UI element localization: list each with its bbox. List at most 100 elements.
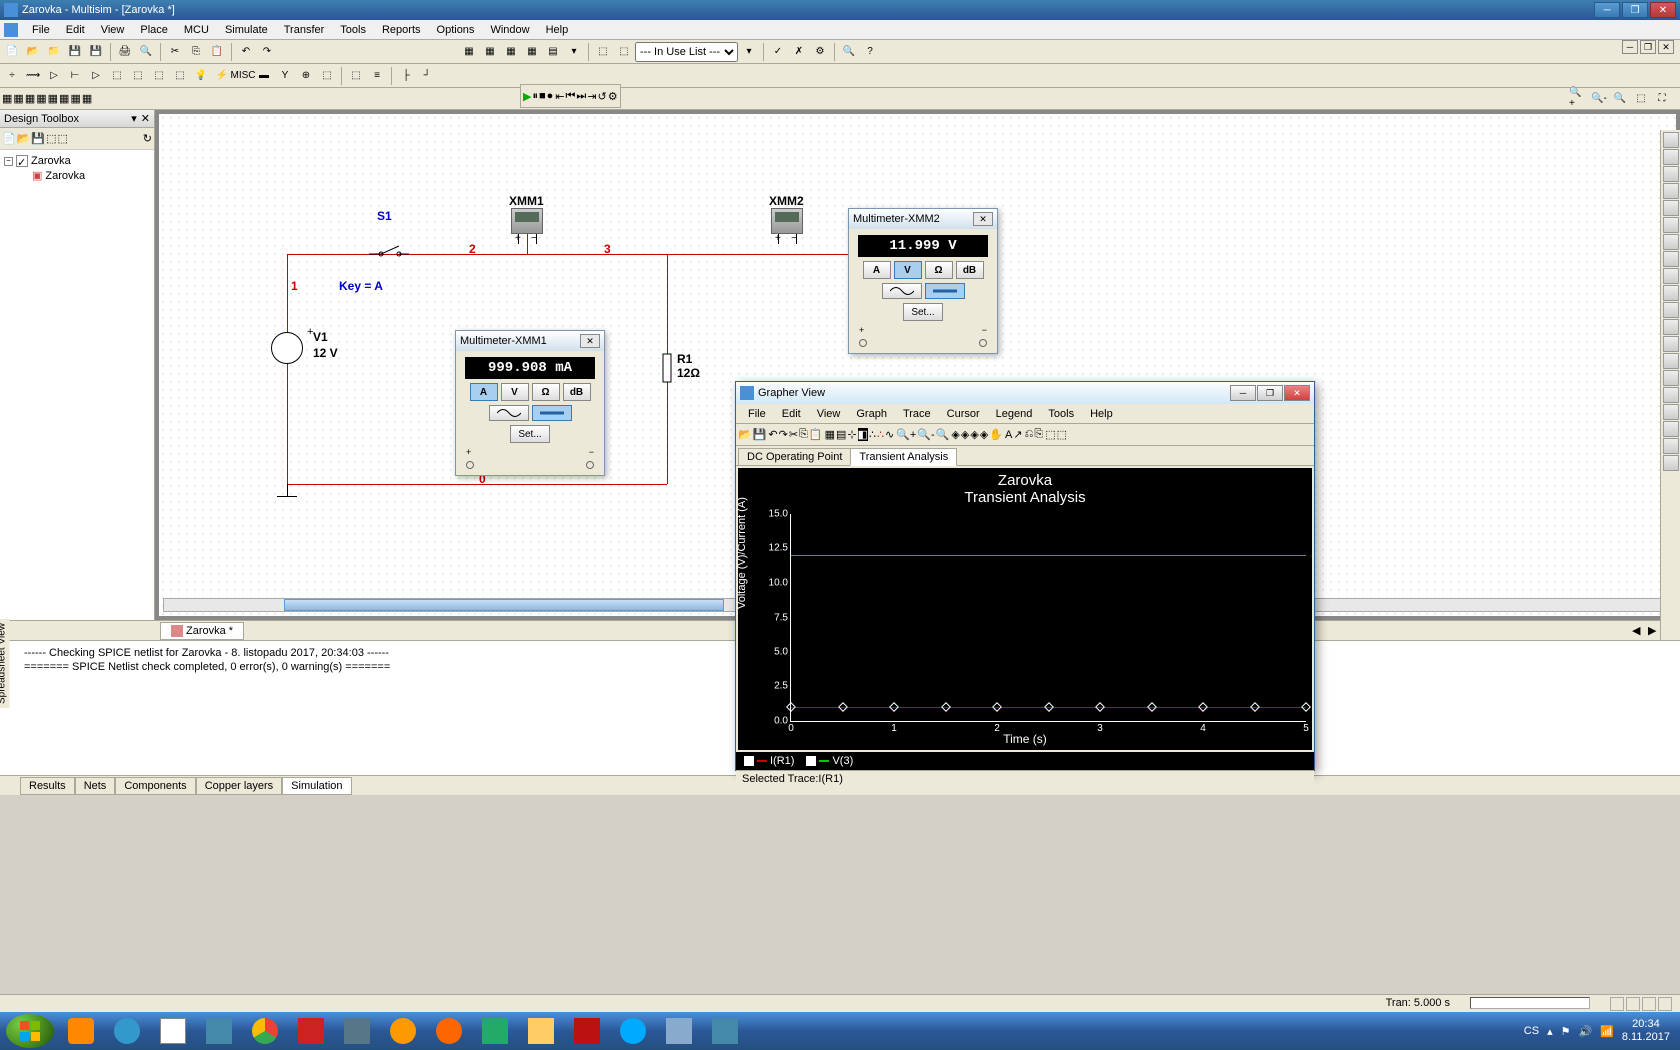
gt-e1-icon[interactable]: ⬚ (1045, 428, 1055, 441)
source-icon[interactable]: ÷ (2, 66, 22, 86)
tray-up-icon[interactable]: ▴ (1547, 1025, 1553, 1038)
mixed-icon[interactable]: ⬚ (170, 66, 190, 86)
indicator-icon[interactable]: 💡 (191, 66, 211, 86)
copy-icon[interactable]: ⎘ (186, 42, 206, 62)
record-icon[interactable]: ● (547, 90, 554, 102)
tray-sound-icon[interactable]: 🔊 (1578, 1025, 1592, 1038)
gt-m4-icon[interactable]: ◈ (980, 428, 988, 441)
instr12-icon[interactable] (1663, 319, 1679, 335)
mm2-btn-ohm[interactable]: Ω (925, 261, 953, 279)
instr2-icon[interactable] (1663, 149, 1679, 165)
analog-icon[interactable]: ▷ (86, 66, 106, 86)
mm1-btn-a[interactable]: A (470, 383, 498, 401)
instr9-icon[interactable] (1663, 268, 1679, 284)
instr20-icon[interactable] (1663, 455, 1679, 471)
find-icon[interactable]: 🔍 (839, 42, 859, 62)
tab-scroll-left[interactable]: ◀ (1632, 624, 1648, 640)
taskbar-chrome[interactable] (244, 1014, 286, 1048)
menu-reports[interactable]: Reports (374, 22, 429, 38)
grid2-icon[interactable]: ▦ (480, 42, 500, 62)
taskbar-firefox[interactable] (428, 1014, 470, 1048)
dt-new-icon[interactable]: 📄 (2, 132, 16, 145)
instr16-icon[interactable] (1663, 387, 1679, 403)
mm2-btn-v[interactable]: V (894, 261, 922, 279)
mm2-btn-db[interactable]: dB (956, 261, 984, 279)
gt-paste-icon[interactable]: 📋 (809, 428, 823, 441)
mm2-close[interactable]: ✕ (973, 212, 993, 226)
mcu-icon[interactable]: ⬚ (317, 66, 337, 86)
grid3-icon[interactable]: ▦ (501, 42, 521, 62)
rf-icon[interactable]: ▬ (254, 66, 274, 86)
dt-refresh-icon[interactable]: ↻ (143, 132, 152, 145)
v7-icon[interactable]: ▦ (70, 92, 80, 105)
taskbar-excel[interactable] (474, 1014, 516, 1048)
status-i3[interactable] (1642, 997, 1656, 1011)
v4-icon[interactable]: ▦ (36, 92, 46, 105)
taskbar-app2[interactable] (336, 1014, 378, 1048)
mm2-ac-button[interactable] (882, 283, 922, 299)
grid-icon[interactable]: ▦ (459, 42, 479, 62)
instr13-icon[interactable] (1663, 336, 1679, 352)
instr4-icon[interactable] (1663, 183, 1679, 199)
menu-tools[interactable]: Tools (332, 22, 374, 38)
diode-icon[interactable]: ▷ (44, 66, 64, 86)
instr8-icon[interactable] (1663, 251, 1679, 267)
tree-checkbox[interactable]: ✓ (16, 155, 28, 167)
gtab-transient[interactable]: Transient Analysis (850, 448, 957, 466)
gmenu-tools[interactable]: Tools (1040, 406, 1082, 422)
legend-ir1[interactable]: ✓ I(R1) (744, 755, 794, 767)
taskbar-notepad[interactable] (152, 1014, 194, 1048)
v5-icon[interactable]: ▦ (48, 92, 58, 105)
multimeter-xmm1-icon[interactable]: +− (509, 208, 545, 252)
gt-zin-icon[interactable]: 🔍+ (896, 428, 916, 441)
maximize-button[interactable]: ❐ (1622, 2, 1648, 18)
help-icon[interactable]: ? (860, 42, 880, 62)
instr1-icon[interactable] (1663, 132, 1679, 148)
menu-options[interactable]: Options (429, 22, 483, 38)
taskbar-app3[interactable] (382, 1014, 424, 1048)
stop-icon[interactable]: ■ (539, 90, 546, 102)
zoomfull-icon[interactable]: ⛶ (1652, 88, 1672, 108)
place1-icon[interactable]: ├ (396, 66, 416, 86)
undo-icon[interactable]: ↶ (236, 42, 256, 62)
taskbar-ie[interactable] (106, 1014, 148, 1048)
mm1-set-button[interactable]: Set... (510, 425, 550, 443)
zoomfit-icon[interactable]: 🔍 (1610, 88, 1630, 108)
ctab-copper[interactable]: Copper layers (196, 777, 282, 795)
preview-icon[interactable]: 🔍 (136, 42, 156, 62)
redo-icon[interactable]: ↷ (257, 42, 277, 62)
gt-zout-icon[interactable]: 🔍- (917, 428, 934, 441)
ctab-nets[interactable]: Nets (75, 777, 116, 795)
taskbar-explorer[interactable] (520, 1014, 562, 1048)
grapher-min[interactable]: ─ (1230, 385, 1256, 401)
voltage-source-v1[interactable] (271, 332, 303, 364)
v1-icon[interactable]: ▦ (2, 92, 12, 105)
comp1-icon[interactable]: ⬚ (593, 42, 613, 62)
step5-icon[interactable]: ↺ (598, 90, 607, 103)
ctab-results[interactable]: Results (20, 777, 75, 795)
plot-area[interactable]: 0.0 2.5 5.0 7.5 10.0 12.5 15.0 0 1 2 3 4… (790, 514, 1306, 722)
inuse-select[interactable]: --- In Use List --- (635, 42, 738, 62)
step1-icon[interactable]: ⇤ (555, 90, 564, 103)
ttl-icon[interactable]: ⬚ (107, 66, 127, 86)
ctab-components[interactable]: Components (115, 777, 195, 795)
taskbar-calc[interactable] (198, 1014, 240, 1048)
misc2-icon[interactable]: MISC (233, 66, 253, 86)
tree-expand-icon[interactable]: − (4, 157, 13, 166)
gt-arrow-icon[interactable]: ↗ (1013, 428, 1022, 441)
taskbar-app1[interactable] (290, 1014, 332, 1048)
design-toolbox-pin[interactable]: ▾ (131, 112, 137, 125)
gt-x1-icon[interactable]: ⎌ (1025, 428, 1034, 441)
instr5-icon[interactable] (1663, 200, 1679, 216)
mm1-term-minus[interactable] (586, 461, 594, 469)
multimeter-xmm1-window[interactable]: Multimeter-XMM1 ✕ 999.908 mA A V Ω dB Se… (455, 330, 605, 476)
gmenu-trace[interactable]: Trace (895, 406, 939, 422)
v6-icon[interactable]: ▦ (59, 92, 69, 105)
transistor-icon[interactable]: ⊢ (65, 66, 85, 86)
gt-e2-icon[interactable]: ⬚ (1057, 428, 1067, 441)
gt-zfit-icon[interactable]: 🔍 (936, 428, 950, 441)
zoomout-icon[interactable]: 🔍- (1589, 88, 1609, 108)
grapher-max[interactable]: ❐ (1257, 385, 1283, 401)
print-icon[interactable]: 🖨 (115, 42, 135, 62)
gt-bw-icon[interactable]: ◧ (858, 428, 868, 441)
